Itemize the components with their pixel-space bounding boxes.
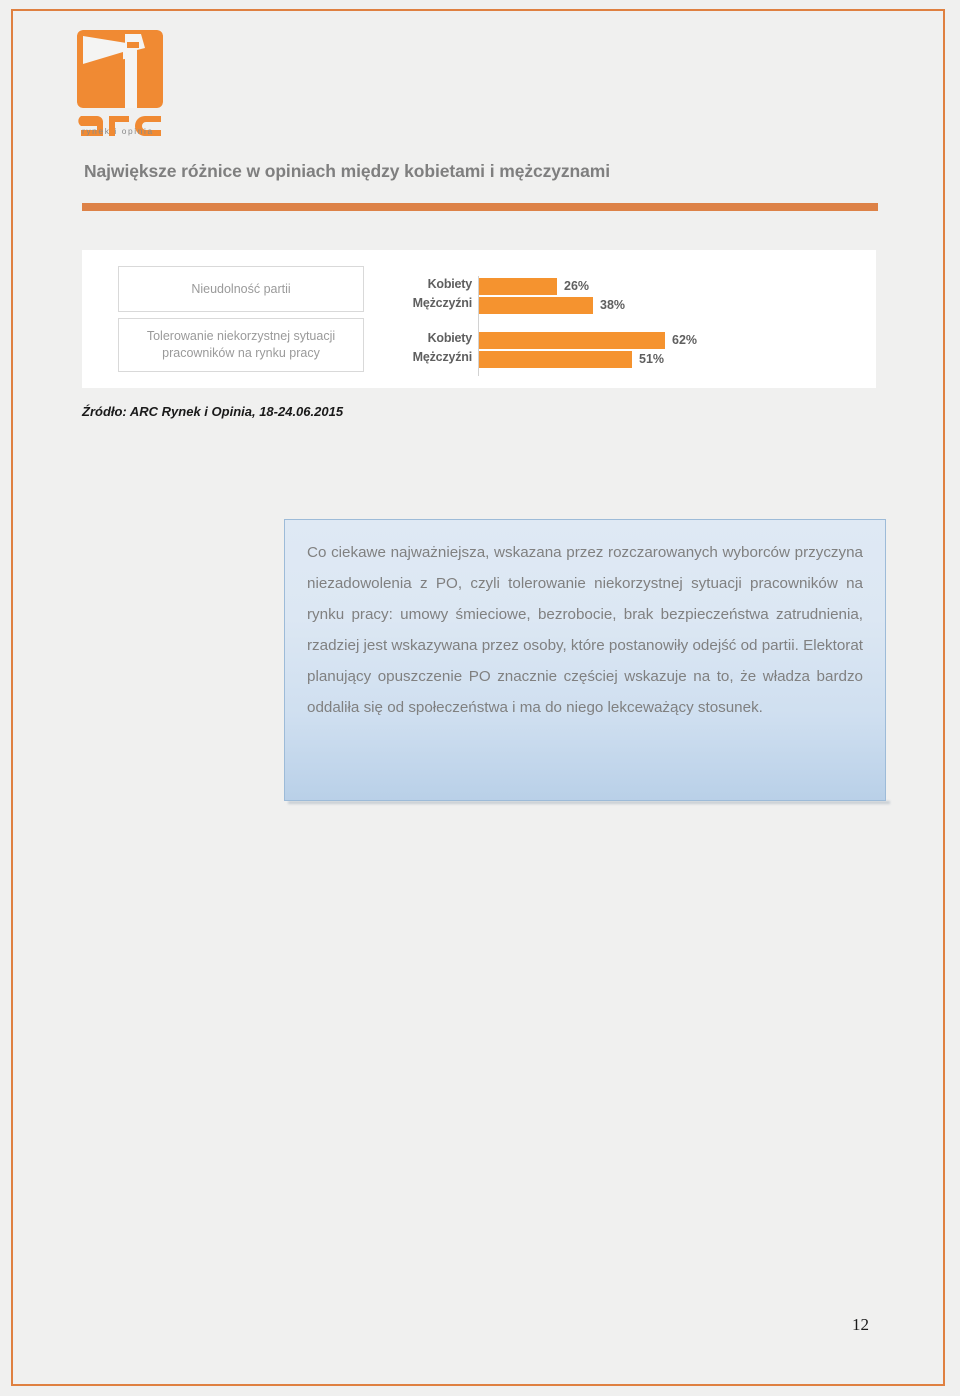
chart-bar-value: 51% bbox=[639, 352, 665, 366]
title-underline-rule bbox=[82, 203, 878, 211]
commentary-box-shadow bbox=[288, 801, 890, 804]
bar-chart: Nieudolność partii Tolerowanie niekorzys… bbox=[82, 250, 876, 388]
chart-series-label: Mężczyźni bbox=[412, 350, 473, 364]
chart-series-label: Kobiety bbox=[427, 277, 473, 291]
chart-bar-track bbox=[479, 297, 779, 314]
chart-bar-fill bbox=[479, 278, 557, 295]
arc-logo-mark: rynek i opinia bbox=[77, 30, 163, 136]
arc-logo-tagline: rynek i opinia bbox=[82, 126, 154, 136]
chart-series-label: Mężczyźni bbox=[412, 296, 473, 310]
chart-category-label-2: Tolerowanie niekorzystnej sytuacji praco… bbox=[118, 318, 364, 372]
chart-bar-track bbox=[479, 332, 779, 349]
chart-series-label: Kobiety bbox=[427, 331, 473, 345]
chart-bar-track bbox=[479, 278, 779, 295]
document-page: rynek i opinia Największe różnice w opin… bbox=[0, 0, 960, 1396]
chart-category-label-1: Nieudolność partii bbox=[118, 266, 364, 312]
chart-bar-value: 62% bbox=[672, 333, 698, 347]
chart-bar-value: 26% bbox=[564, 279, 590, 293]
chart-bar-fill bbox=[479, 351, 632, 368]
chart-bar-fill bbox=[479, 332, 665, 349]
chart-bar-row: Kobiety 62% bbox=[382, 331, 862, 349]
chart-bar-row: Kobiety 26% bbox=[382, 277, 862, 295]
chart-bar-value: 38% bbox=[600, 298, 626, 312]
chart-source-note: Źródło: ARC Rynek i Opinia, 18-24.06.201… bbox=[82, 404, 344, 419]
page-number: 12 bbox=[852, 1315, 869, 1334]
chart-bar-fill bbox=[479, 297, 593, 314]
chart-bar-row: Mężczyźni 38% bbox=[382, 296, 862, 314]
chart-plot-area: Kobiety 26% Mężczyźni 38% Kobiety 62% Mę… bbox=[382, 260, 862, 380]
page-title: Największe różnice w opiniach między kob… bbox=[84, 161, 610, 181]
commentary-box: Co ciekawe najważniejsza, wskazana przez… bbox=[284, 519, 886, 801]
chart-bar-track bbox=[479, 351, 779, 368]
chart-bar-row: Mężczyźni 51% bbox=[382, 350, 862, 368]
commentary-paragraph: Co ciekawe najważniejsza, wskazana przez… bbox=[307, 544, 864, 716]
arc-logo: rynek i opinia bbox=[75, 28, 187, 136]
